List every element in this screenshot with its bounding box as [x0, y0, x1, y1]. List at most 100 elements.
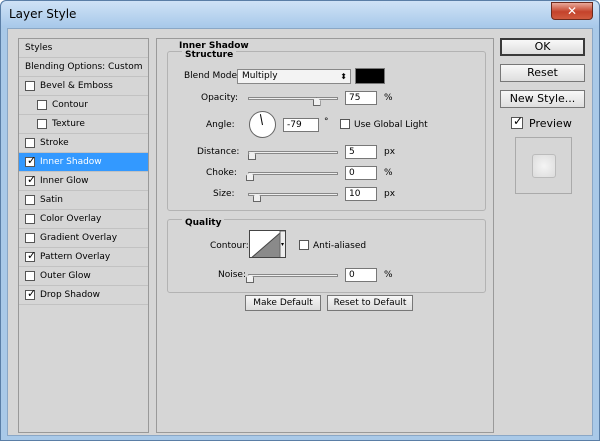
size-label: Size: [213, 189, 235, 199]
style-item[interactable]: Bevel & Emboss [19, 77, 148, 96]
style-item-label: Texture [52, 119, 85, 129]
style-item-label: Stroke [40, 138, 69, 148]
checkmark-icon: ✓ [27, 173, 37, 186]
blend-mode-select[interactable]: Multiply ⬍ [237, 69, 351, 84]
structure-title: Structure [182, 50, 237, 60]
style-preview-swatch [532, 154, 556, 178]
style-item[interactable]: Contour [19, 96, 148, 115]
blending-options-label: Blending Options: Custom [25, 62, 143, 72]
noise-slider[interactable] [248, 274, 338, 277]
style-item[interactable]: Stroke [19, 134, 148, 153]
angle-unit: ° [324, 117, 329, 127]
style-preview [515, 137, 572, 194]
opacity-label: Opacity: [201, 93, 238, 103]
noise-unit: % [384, 270, 393, 280]
angle-dial[interactable] [249, 111, 276, 138]
quality-group: Quality Contour: ▾ Anti-aliased Noise: 0… [167, 218, 486, 293]
style-item-label: Bevel & Emboss [40, 81, 113, 91]
size-unit: px [384, 189, 396, 199]
style-item-label: Inner Shadow [40, 157, 102, 167]
style-item-checkbox[interactable] [25, 81, 35, 91]
chevron-down-icon: ⬍ [340, 72, 347, 81]
anti-aliased-checkbox[interactable] [299, 240, 309, 250]
style-item-checkbox[interactable] [25, 214, 35, 224]
contour-picker[interactable]: ▾ [249, 230, 286, 258]
choke-slider[interactable] [248, 172, 338, 175]
use-global-light-checkbox[interactable] [340, 119, 350, 129]
distance-unit: px [384, 147, 396, 157]
style-item[interactable]: Texture [19, 115, 148, 134]
styles-list: Styles Blending Options: Custom Bevel & … [18, 38, 149, 433]
style-item[interactable]: Outer Glow [19, 267, 148, 286]
new-style-button[interactable]: New Style... [500, 90, 585, 108]
blend-mode-label: Blend Mode: [184, 71, 241, 81]
style-item-checkbox[interactable]: ✓ [25, 249, 37, 262]
angle-needle [259, 114, 263, 126]
ok-button[interactable]: OK [500, 38, 585, 56]
blend-color-swatch[interactable] [355, 68, 385, 84]
style-item[interactable]: Color Overlay [19, 210, 148, 229]
quality-title: Quality [182, 218, 225, 228]
style-item-label: Color Overlay [40, 214, 102, 224]
blend-mode-value: Multiply [242, 71, 278, 81]
style-item-label: Outer Glow [40, 271, 91, 281]
anti-aliased-label: Anti-aliased [313, 241, 367, 251]
checkmark-icon: ✓ [513, 114, 524, 128]
preview-checkbox[interactable]: ✓ [511, 114, 524, 129]
style-item[interactable]: ✓ Inner Glow [19, 172, 148, 191]
style-item[interactable]: Gradient Overlay [19, 229, 148, 248]
styles-header[interactable]: Styles [19, 39, 148, 58]
style-item-checkbox[interactable] [37, 100, 47, 110]
distance-input[interactable]: 5 [345, 145, 377, 159]
structure-group: Structure Blend Mode: Multiply ⬍ Opacity… [167, 50, 486, 211]
style-item[interactable]: Satin [19, 191, 148, 210]
make-default-button[interactable]: Make Default [245, 295, 321, 311]
style-item-label: Contour [52, 100, 88, 110]
style-item-label: Gradient Overlay [40, 233, 118, 243]
style-item-checkbox[interactable]: ✓ [25, 287, 37, 300]
style-item-label: Satin [40, 195, 63, 205]
style-item-label: Drop Shadow [40, 290, 101, 300]
opacity-unit: % [384, 93, 393, 103]
angle-input[interactable]: -79 [283, 118, 319, 132]
size-slider[interactable] [248, 193, 338, 196]
title-bar[interactable]: Layer Style ✕ [1, 1, 599, 27]
size-input[interactable]: 10 [345, 187, 377, 201]
contour-curve-icon: ▾ [251, 231, 285, 257]
distance-label: Distance: [197, 147, 240, 157]
styles-header-label: Styles [25, 43, 53, 53]
layer-style-window: Layer Style ✕ Styles Blending Options: C… [0, 0, 600, 441]
style-item-label: Inner Glow [40, 176, 89, 186]
style-item-checkbox[interactable] [25, 138, 35, 148]
choke-label: Choke: [206, 168, 237, 178]
contour-label: Contour: [210, 241, 249, 251]
style-item-checkbox[interactable] [25, 195, 35, 205]
style-item-checkbox[interactable] [25, 271, 35, 281]
close-button[interactable]: ✕ [551, 2, 593, 20]
checkmark-icon: ✓ [27, 249, 37, 262]
noise-input[interactable]: 0 [345, 268, 377, 282]
opacity-slider[interactable] [248, 97, 338, 100]
svg-text:▾: ▾ [281, 241, 284, 248]
checkmark-icon: ✓ [27, 154, 37, 167]
reset-button[interactable]: Reset [500, 64, 585, 82]
angle-label: Angle: [206, 120, 235, 130]
blending-options-item[interactable]: Blending Options: Custom [19, 58, 148, 77]
dialog-client-area: Styles Blending Options: Custom Bevel & … [7, 28, 593, 436]
checkmark-icon: ✓ [27, 287, 37, 300]
choke-unit: % [384, 168, 393, 178]
inner-shadow-panel: Inner Shadow Structure Blend Mode: Multi… [156, 38, 494, 433]
style-item-checkbox[interactable] [37, 119, 47, 129]
opacity-input[interactable]: 75 [345, 91, 377, 105]
style-item[interactable]: ✓ Pattern Overlay [19, 248, 148, 267]
noise-label: Noise: [218, 270, 246, 280]
window-title: Layer Style [9, 7, 77, 21]
style-item[interactable]: ✓ Drop Shadow [19, 286, 148, 305]
style-item-checkbox[interactable]: ✓ [25, 173, 37, 186]
choke-input[interactable]: 0 [345, 166, 377, 180]
distance-slider[interactable] [248, 151, 338, 154]
style-item-checkbox[interactable] [25, 233, 35, 243]
style-item[interactable]: ✓ Inner Shadow [19, 153, 148, 172]
style-item-checkbox[interactable]: ✓ [25, 154, 37, 167]
reset-to-default-button[interactable]: Reset to Default [327, 295, 413, 311]
